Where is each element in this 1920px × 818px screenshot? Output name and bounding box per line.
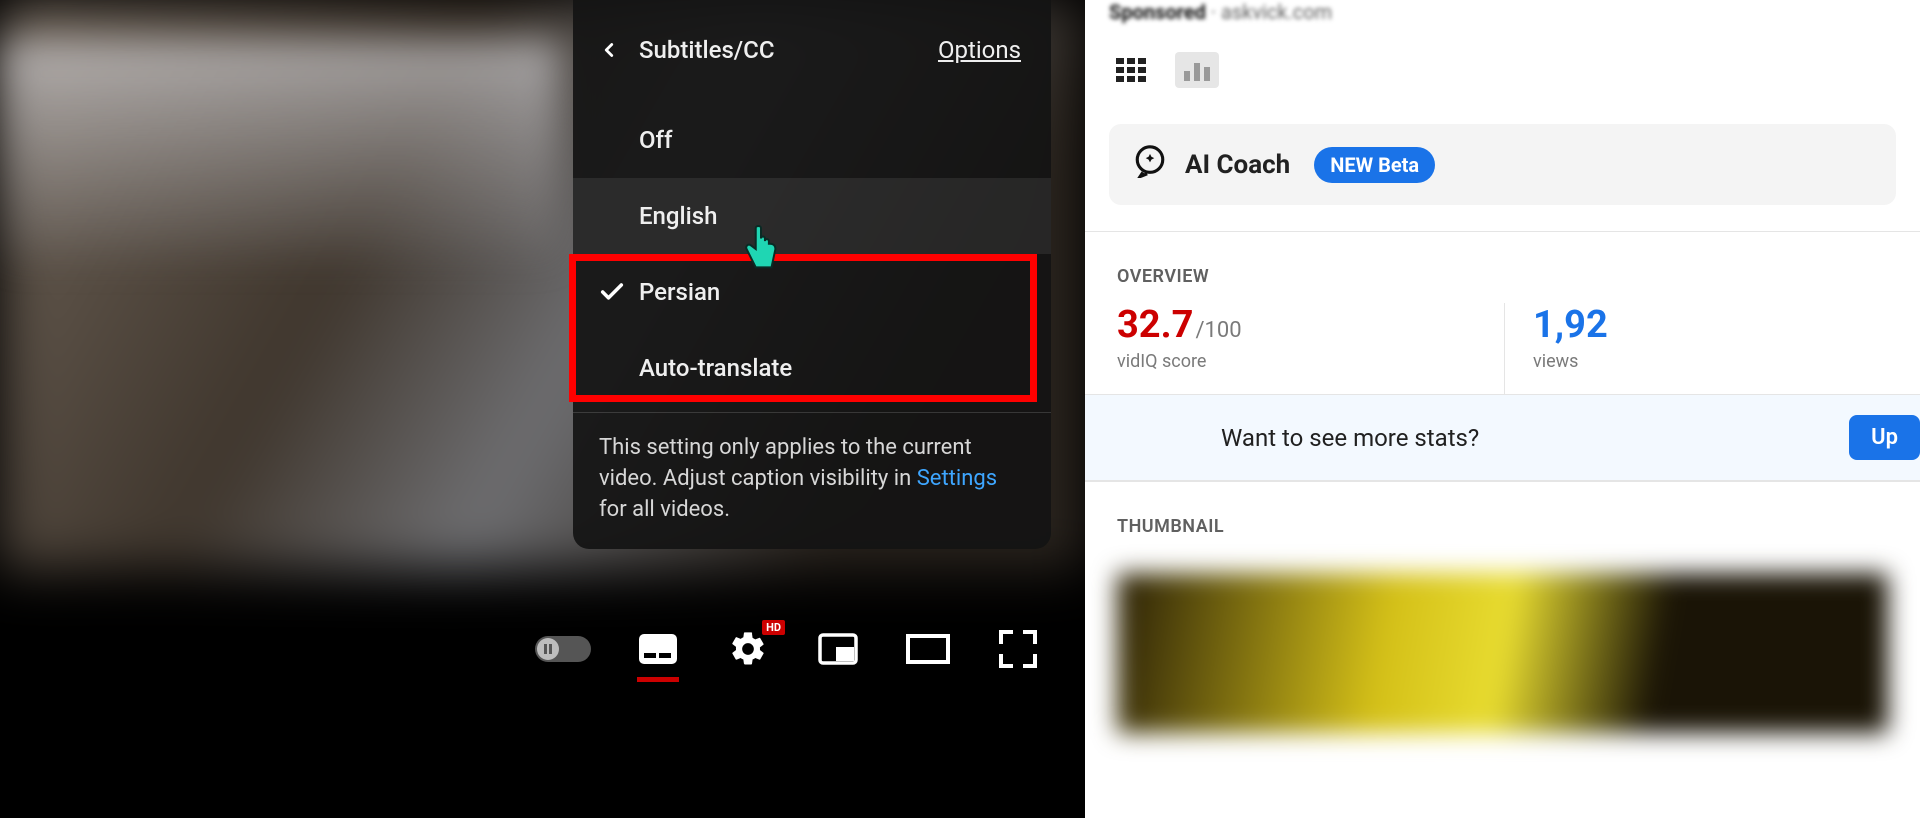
upgrade-row: Want to see more stats? Up	[1085, 395, 1920, 481]
stats-view-button[interactable]	[1175, 52, 1219, 88]
stat-vidiq-score: 32.7/100 vidIQ score	[1117, 303, 1504, 394]
new-beta-badge: NEW Beta	[1314, 147, 1435, 183]
cc-option-label: Auto-translate	[639, 354, 792, 382]
autoplay-toggle[interactable]	[535, 636, 591, 662]
thumbnail-preview	[1117, 573, 1888, 733]
note-text-post: for all videos.	[599, 497, 730, 522]
hd-badge: HD	[762, 620, 785, 635]
cc-option-label: Off	[639, 126, 672, 154]
player-controls: HD	[0, 613, 1085, 685]
subtitles-options-link[interactable]: Options	[938, 36, 1021, 64]
theater-button[interactable]	[905, 626, 951, 672]
thumbnail-heading: THUMBNAIL	[1085, 481, 1920, 553]
views-value: 1,92	[1533, 303, 1608, 347]
captions-active-indicator	[637, 677, 679, 682]
captions-button[interactable]	[635, 626, 681, 672]
subtitles-menu: Subtitles/CC Options Off English Persian…	[573, 0, 1051, 549]
subtitles-note: This setting only applies to the current…	[573, 427, 1051, 545]
cc-option-auto-translate[interactable]: Auto-translate	[573, 330, 1051, 406]
views-label: views	[1533, 351, 1920, 372]
cc-option-label: Persian	[639, 278, 720, 306]
upgrade-prompt: Want to see more stats?	[1085, 424, 1849, 452]
cc-option-english[interactable]: English	[573, 178, 1051, 254]
video-title-overlay	[0, 40, 560, 260]
sponsored-domain: askvick.com	[1221, 0, 1332, 24]
back-icon[interactable]	[585, 26, 633, 74]
settings-link[interactable]: Settings	[917, 466, 997, 491]
pause-icon	[537, 638, 559, 660]
cc-option-label: English	[639, 202, 717, 230]
overview-heading: OVERVIEW	[1085, 231, 1920, 303]
ai-coach-label: AI Coach	[1185, 150, 1290, 180]
stats-row: 32.7/100 vidIQ score 1,92 views	[1085, 303, 1920, 395]
score-value: 32.7	[1117, 303, 1193, 347]
sponsored-label: Sponsored	[1109, 0, 1206, 24]
sidebar: Sponsored · askvick.com AI Coach NEW Bet…	[1085, 0, 1920, 818]
upgrade-button[interactable]: Up	[1849, 415, 1920, 460]
score-max: /100	[1195, 318, 1241, 343]
divider	[573, 412, 1051, 413]
score-label: vidIQ score	[1117, 351, 1504, 372]
view-toggle	[1085, 52, 1920, 124]
miniplayer-button[interactable]	[815, 626, 861, 672]
video-player: Subtitles/CC Options Off English Persian…	[0, 0, 1085, 818]
check-icon	[595, 275, 629, 309]
stat-views: 1,92 views	[1504, 303, 1920, 394]
settings-button[interactable]: HD	[725, 626, 771, 672]
cc-option-off[interactable]: Off	[573, 102, 1051, 178]
sponsored-line: Sponsored · askvick.com	[1085, 0, 1920, 52]
ai-coach-button[interactable]: AI Coach NEW Beta	[1109, 124, 1896, 205]
cc-option-persian[interactable]: Persian	[573, 254, 1051, 330]
chat-sparkle-icon	[1133, 144, 1167, 185]
fullscreen-button[interactable]	[995, 626, 1041, 672]
subtitles-menu-title: Subtitles/CC	[633, 36, 938, 64]
grid-view-button[interactable]	[1109, 52, 1153, 88]
